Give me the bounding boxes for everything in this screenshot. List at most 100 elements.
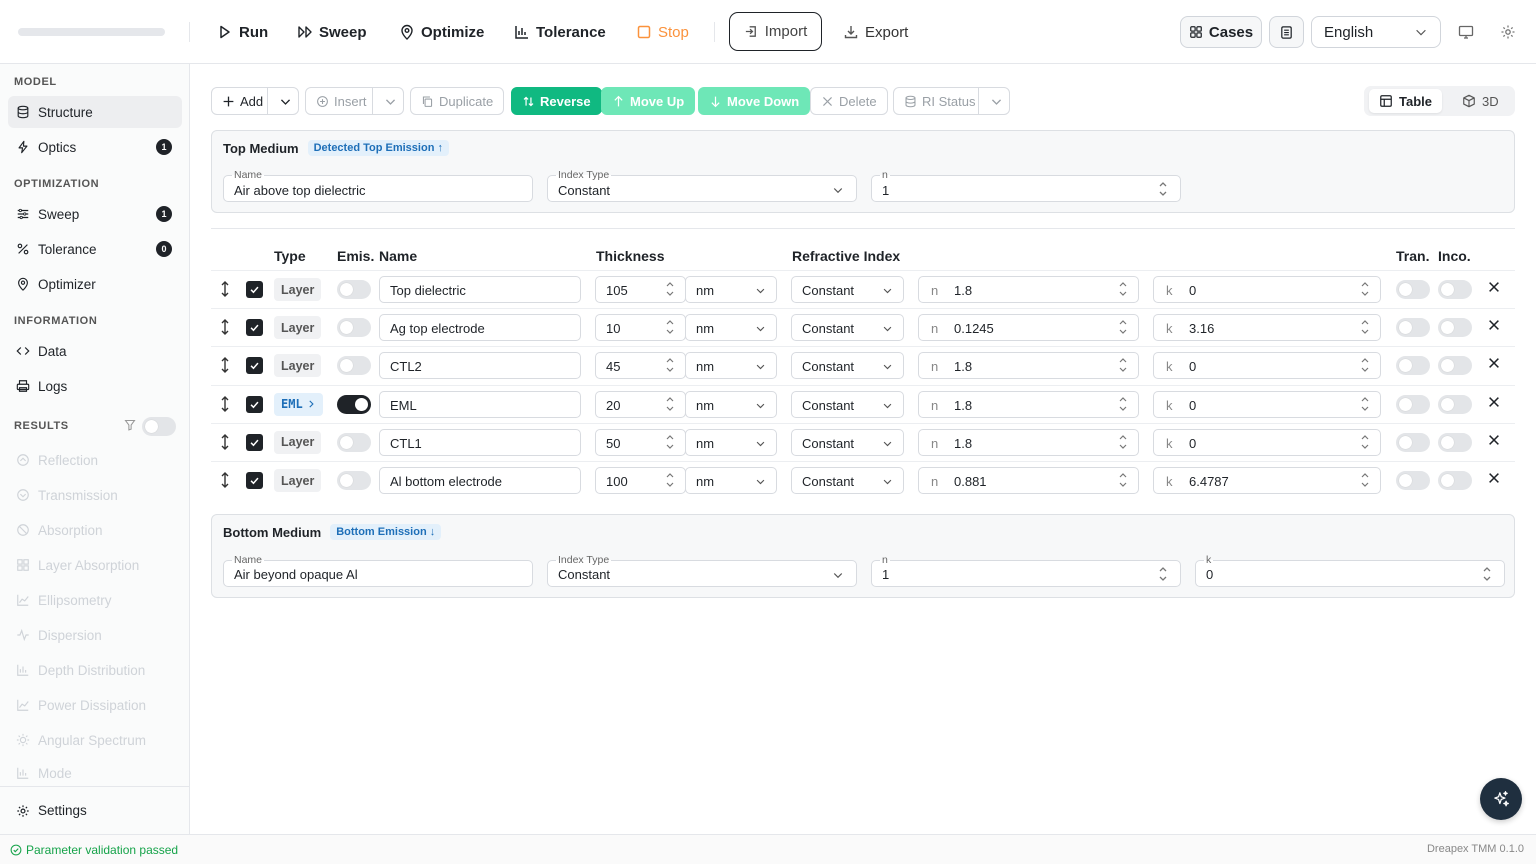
- stepper-icon[interactable]: [1118, 318, 1128, 336]
- sidebar-item-dispersion[interactable]: Dispersion: [8, 619, 182, 651]
- drag-handle-icon[interactable]: [219, 395, 231, 413]
- sidebar-item-ellipsometry[interactable]: Ellipsometry: [8, 584, 182, 616]
- delete-button[interactable]: Delete: [810, 87, 888, 115]
- transparent-toggle[interactable]: [1396, 394, 1430, 414]
- thickness-unit-select[interactable]: nm: [685, 352, 777, 380]
- bottom-medium-n-field[interactable]: n 1: [871, 554, 1181, 587]
- stepper-icon[interactable]: [665, 356, 675, 374]
- table-row[interactable]: Layer Al bottom electrode 100 nm Constant n 0.…: [211, 461, 1515, 499]
- display-button[interactable]: [1456, 22, 1476, 42]
- incoherent-toggle[interactable]: [1438, 280, 1472, 299]
- export-button[interactable]: Export: [843, 18, 908, 46]
- k-input[interactable]: k0: [1153, 428, 1381, 456]
- import-button[interactable]: Import: [729, 12, 822, 51]
- stepper-icon[interactable]: [1118, 471, 1128, 489]
- emissive-toggle[interactable]: [337, 394, 371, 414]
- sidebar-item-logs[interactable]: Logs: [8, 370, 182, 402]
- k-input[interactable]: k 6.4787: [1153, 467, 1381, 494]
- top-medium-index-type-select[interactable]: Index Type Constant: [547, 169, 857, 202]
- sidebar-item-data[interactable]: Data: [8, 335, 182, 367]
- notes-button[interactable]: [1269, 16, 1304, 48]
- incoherent-toggle[interactable]: [1438, 471, 1472, 490]
- sidebar-item-sweep[interactable]: Sweep 1: [8, 198, 182, 230]
- ri-type-select[interactable]: Constant: [791, 314, 904, 342]
- settings-gear-button[interactable]: [1498, 22, 1518, 42]
- move-up-button[interactable]: Move Up: [601, 87, 696, 115]
- thickness-input[interactable]: 10: [595, 314, 686, 342]
- stepper-icon[interactable]: [665, 471, 675, 489]
- duplicate-button[interactable]: Duplicate: [410, 87, 505, 115]
- thickness-input[interactable]: 45: [595, 352, 686, 380]
- sidebar-item-transmission[interactable]: Transmission: [8, 479, 182, 511]
- ri-type-select[interactable]: Constant: [791, 276, 904, 303]
- table-row[interactable]: Layer Top dielectric 105 nm Constant n 1.8 k 0: [211, 270, 1515, 308]
- results-toggle[interactable]: [142, 417, 176, 436]
- thickness-input[interactable]: 100: [595, 467, 686, 494]
- insert-button[interactable]: Insert: [306, 88, 373, 114]
- table-row[interactable]: Layer Ag top electrode 10 nm Constant n 0.1245…: [211, 308, 1515, 346]
- optimize-button[interactable]: Optimize: [399, 18, 484, 46]
- emissive-toggle[interactable]: [337, 280, 371, 299]
- layer-name-input[interactable]: CTL2: [379, 352, 581, 380]
- stepper-icon[interactable]: [1158, 565, 1168, 583]
- stepper-icon[interactable]: [1360, 280, 1370, 298]
- stepper-icon[interactable]: [1360, 318, 1370, 336]
- stepper-icon[interactable]: [1158, 180, 1168, 198]
- incoherent-toggle[interactable]: [1438, 318, 1472, 338]
- stepper-icon[interactable]: [665, 280, 675, 298]
- close-icon[interactable]: [1487, 318, 1501, 332]
- reverse-button[interactable]: Reverse: [511, 87, 602, 115]
- sidebar-item-reflection[interactable]: Reflection: [8, 444, 182, 476]
- sidebar-item-mode[interactable]: Mode: [8, 759, 182, 787]
- layer-type-badge[interactable]: EML: [274, 392, 323, 416]
- close-icon[interactable]: [1487, 471, 1501, 485]
- k-input[interactable]: k0: [1153, 390, 1381, 418]
- bottom-medium-k-field[interactable]: k 0: [1195, 554, 1505, 587]
- sidebar-item-optimizer[interactable]: Optimizer: [8, 268, 182, 300]
- stepper-icon[interactable]: [665, 433, 675, 451]
- stepper-icon[interactable]: [1118, 356, 1128, 374]
- drag-handle-icon[interactable]: [219, 356, 231, 374]
- stepper-icon[interactable]: [1118, 433, 1128, 451]
- run-button[interactable]: Run: [217, 18, 268, 46]
- drag-handle-icon[interactable]: [219, 318, 231, 336]
- thickness-unit-select[interactable]: nm: [685, 390, 777, 418]
- sidebar-item-tolerance[interactable]: Tolerance 0: [8, 233, 182, 265]
- thickness-unit-select[interactable]: nm: [685, 467, 777, 494]
- add-dropdown[interactable]: [273, 88, 298, 114]
- n-input[interactable]: n 1.8: [918, 428, 1139, 456]
- thickness-input[interactable]: 105: [595, 276, 686, 303]
- table-view-tab[interactable]: Table: [1369, 89, 1442, 113]
- stepper-icon[interactable]: [1360, 433, 1370, 451]
- stepper-icon[interactable]: [1360, 471, 1370, 489]
- n-input[interactable]: n 1.8: [918, 352, 1139, 380]
- table-row[interactable]: EML EML 20 nm Constant n 1.8 k 0: [211, 384, 1515, 423]
- sidebar-item-optics[interactable]: Optics 1: [8, 131, 182, 163]
- emissive-toggle[interactable]: [337, 471, 371, 490]
- transparent-toggle[interactable]: [1396, 356, 1430, 376]
- ri-type-select[interactable]: Constant: [791, 352, 904, 380]
- thickness-input[interactable]: 20: [595, 390, 686, 418]
- table-row[interactable]: Layer CTL1 50 nm Constant n 1.8 k 0: [211, 422, 1515, 461]
- ri-type-select[interactable]: Constant: [791, 390, 904, 418]
- emissive-toggle[interactable]: [337, 318, 371, 338]
- layer-enabled-checkbox[interactable]: [246, 357, 263, 375]
- stepper-icon[interactable]: [1118, 280, 1128, 298]
- bottom-medium-index-type-select[interactable]: Index Type Constant: [547, 554, 857, 587]
- layer-name-input[interactable]: Top dielectric: [379, 276, 581, 303]
- transparent-toggle[interactable]: [1396, 432, 1430, 452]
- sidebar-item-power-dissipation[interactable]: Power Dissipation: [8, 689, 182, 721]
- sidebar-item-settings[interactable]: Settings: [0, 786, 189, 834]
- stepper-icon[interactable]: [1360, 356, 1370, 374]
- top-medium-n-field[interactable]: n 1: [871, 169, 1181, 202]
- sidebar-item-layer-absorption[interactable]: Layer Absorption: [8, 549, 182, 581]
- n-input[interactable]: n 0.1245: [918, 314, 1139, 342]
- k-input[interactable]: k0: [1153, 352, 1381, 380]
- sidebar-item-structure[interactable]: Structure: [8, 96, 182, 128]
- transparent-toggle[interactable]: [1396, 318, 1430, 338]
- sidebar-item-depth-distribution[interactable]: Depth Distribution: [8, 654, 182, 686]
- thickness-unit-select[interactable]: nm: [685, 428, 777, 456]
- layer-enabled-checkbox[interactable]: [246, 472, 263, 489]
- ri-type-select[interactable]: Constant: [791, 428, 904, 456]
- close-icon[interactable]: [1487, 356, 1501, 370]
